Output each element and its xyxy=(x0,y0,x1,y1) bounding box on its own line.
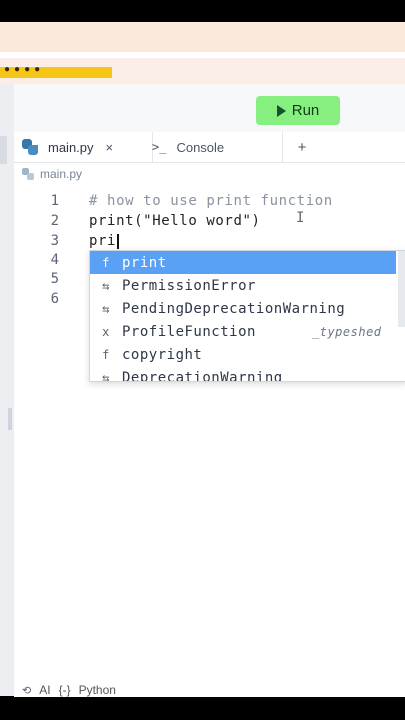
autocomplete-item[interactable]: x ProfileFunction _typeshed xyxy=(90,320,396,343)
autocomplete-item-label: print xyxy=(122,254,167,271)
top-black-bar xyxy=(0,0,405,22)
function-kind-icon: f xyxy=(102,255,110,270)
code-line: 2 print("Hello word") xyxy=(14,211,405,231)
breadcrumb: main.py xyxy=(22,167,82,181)
breadcrumb-file[interactable]: main.py xyxy=(40,167,82,181)
language-label[interactable]: Python xyxy=(79,683,116,697)
run-button[interactable]: Run xyxy=(256,96,340,125)
line-number: 1 xyxy=(50,193,59,209)
code-text: print("Hello word") xyxy=(89,213,261,229)
autocomplete-item-label: ProfileFunction xyxy=(122,323,256,340)
class-kind-icon: ⇆ xyxy=(102,301,110,316)
autocomplete-item-label: copyright xyxy=(122,346,203,363)
bottom-black-bar xyxy=(0,699,405,720)
class-kind-icon: ⇆ xyxy=(102,278,110,293)
autocomplete-item[interactable]: ⇆ DeprecationWarning xyxy=(90,366,396,382)
add-tab-button[interactable]: + xyxy=(282,132,322,162)
autocomplete-item[interactable]: f copyright xyxy=(90,343,396,366)
line-number: 5 xyxy=(50,271,59,287)
autocomplete-item-label: DeprecationWarning xyxy=(122,369,283,382)
tab-console[interactable]: >_ Console xyxy=(152,132,283,162)
autocomplete-scrollbar[interactable] xyxy=(398,251,405,327)
python-icon xyxy=(22,139,38,155)
play-icon xyxy=(276,104,286,117)
code-line: 3 pri xyxy=(14,231,405,251)
tab-main-py-label: main.py xyxy=(48,139,94,155)
autocomplete-item-label: PermissionError xyxy=(122,277,256,294)
autocomplete-item-label: PendingDeprecationWarning xyxy=(122,300,346,317)
class-kind-icon: ⇆ xyxy=(102,370,110,382)
code-comment: # how to use print function xyxy=(89,193,333,209)
line-number: 4 xyxy=(50,252,59,268)
line-number: 3 xyxy=(50,233,59,249)
top-banner xyxy=(0,22,405,52)
text-cursor xyxy=(117,233,119,249)
ai-icon: ⟲ xyxy=(22,684,32,697)
rail-indicator xyxy=(0,136,7,164)
variable-kind-icon: x xyxy=(102,324,110,339)
yellow-badge: ●●●● xyxy=(0,64,112,78)
code-line: 1 # how to use print function xyxy=(14,191,405,211)
console-icon: >_ xyxy=(152,140,167,154)
code-text-current: pri xyxy=(89,233,119,249)
autocomplete-dropdown[interactable]: f print ⇆ PermissionError ⇆ PendingDepre… xyxy=(89,250,405,382)
status-bar: ⟲ AI {-} Python xyxy=(14,681,405,699)
function-kind-icon: f xyxy=(102,347,110,362)
ai-label[interactable]: AI xyxy=(39,683,50,697)
python-file-icon xyxy=(22,168,34,180)
mouse-ibeam-icon: I xyxy=(296,210,305,226)
line-number: 2 xyxy=(50,213,59,229)
left-rail xyxy=(0,84,14,696)
close-tab-icon[interactable]: × xyxy=(106,140,114,155)
run-button-label: Run xyxy=(291,102,320,119)
typed-text: pri xyxy=(89,233,117,249)
tab-console-label: Console xyxy=(176,139,225,155)
autocomplete-item-detail: _typeshed xyxy=(312,324,382,339)
line-number: 6 xyxy=(50,291,59,307)
tab-main-py[interactable]: main.py × xyxy=(22,132,153,162)
badge-dots-icon: ●●●● xyxy=(4,64,45,75)
language-icon: {-} xyxy=(58,683,71,697)
autocomplete-item[interactable]: ⇆ PendingDeprecationWarning xyxy=(90,297,396,320)
rail-scroll-indicator xyxy=(8,408,12,430)
tab-bar: main.py × >_ Console + xyxy=(14,132,405,163)
autocomplete-item[interactable]: f print xyxy=(90,251,396,274)
autocomplete-item[interactable]: ⇆ PermissionError xyxy=(90,274,396,297)
